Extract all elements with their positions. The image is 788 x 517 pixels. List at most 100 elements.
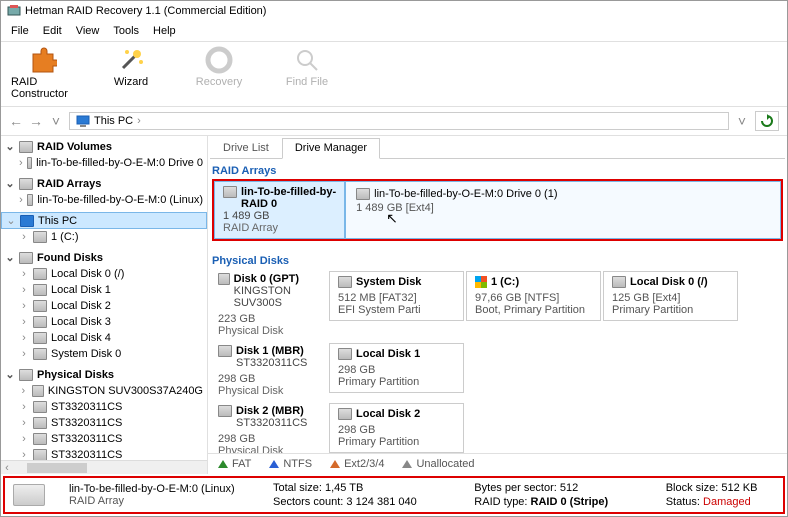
drive-icon bbox=[338, 348, 352, 360]
tree-item-label: Local Disk 2 bbox=[51, 300, 111, 312]
navbar: ← → ˅ This PC › ˅ bbox=[1, 107, 787, 136]
menubar: File Edit View Tools Help bbox=[1, 21, 787, 42]
drive-icon bbox=[27, 157, 32, 169]
tree-item[interactable]: › 1 (C:) bbox=[1, 229, 207, 245]
group-icon bbox=[19, 252, 33, 264]
raid-card[interactable]: lin-To-be-filled-by- RAID 0 1 489 GB RAI… bbox=[214, 181, 345, 239]
chevron-right-icon: › bbox=[19, 284, 29, 296]
legend-fat: FAT bbox=[218, 458, 251, 470]
nav-chevron-down-icon[interactable]: ˅ bbox=[49, 113, 63, 129]
drive-icon bbox=[338, 408, 352, 420]
menu-view[interactable]: View bbox=[70, 23, 106, 39]
disks-container: Disk 0 (GPT)KINGSTON SUV300S223 GBPhysic… bbox=[208, 269, 787, 453]
raid-level: RAID 0 bbox=[241, 198, 336, 210]
drive-icon bbox=[27, 194, 34, 206]
drive-icon bbox=[218, 405, 232, 417]
tree-header[interactable]: ⌄RAID Arrays bbox=[1, 175, 207, 192]
nav-refresh[interactable] bbox=[755, 111, 779, 131]
disk-card[interactable]: Disk 1 (MBR)ST3320311CS298 GBPhysical Di… bbox=[212, 343, 327, 399]
tree-item-label: lin-To-be-filled-by-O-E-M:0 Drive 0 bbox=[36, 157, 203, 169]
drive-icon bbox=[612, 276, 626, 288]
chevron-right-icon: › bbox=[19, 348, 29, 360]
sidebar-scrollbar[interactable]: ‹ bbox=[1, 460, 207, 474]
tree-header[interactable]: ⌄ This PC bbox=[1, 212, 207, 229]
toolbar: RAID Constructor Wizard Recovery Find Fi… bbox=[1, 42, 787, 107]
tree-item[interactable]: ›Local Disk 4 bbox=[1, 330, 207, 346]
menu-help[interactable]: Help bbox=[147, 23, 182, 39]
tool-label: Recovery bbox=[196, 76, 242, 88]
tree-item-label: 1 (C:) bbox=[51, 231, 79, 243]
tree-group-label: RAID Volumes bbox=[37, 141, 112, 153]
chevron-right-icon: › bbox=[19, 332, 29, 344]
tree-item[interactable]: ›ST3320311CS bbox=[1, 415, 207, 431]
tab-drive-manager[interactable]: Drive Manager bbox=[282, 138, 380, 159]
disk-row: Disk 0 (GPT)KINGSTON SUV300S223 GBPhysic… bbox=[208, 269, 787, 341]
nav-forward[interactable]: → bbox=[29, 113, 43, 129]
section-physical-disks: Physical Disks bbox=[208, 249, 787, 269]
raid-size: 1 489 GB bbox=[223, 210, 336, 222]
menu-tools[interactable]: Tools bbox=[107, 23, 145, 39]
status-drive-icon bbox=[13, 484, 45, 506]
raid-name: lin-To-be-filled-by- bbox=[241, 186, 336, 198]
drive-icon bbox=[33, 332, 47, 344]
statusbar: lin-To-be-filled-by-O-E-M:0 (Linux) RAID… bbox=[3, 476, 785, 514]
lifebuoy-icon bbox=[205, 46, 233, 74]
main-area: ⌄RAID Volumes›lin-To-be-filled-by-O-E-M:… bbox=[1, 136, 787, 474]
raid-type: RAID Array bbox=[223, 222, 336, 234]
group-icon bbox=[19, 178, 33, 190]
tree-item-label: ST3320311CS bbox=[51, 417, 122, 429]
chevron-down-icon: ⌄ bbox=[6, 214, 16, 227]
tree-item[interactable]: ›ST3320311CS bbox=[1, 399, 207, 415]
group-icon bbox=[20, 215, 34, 227]
drive-icon bbox=[33, 401, 47, 413]
tool-label: RAID Constructor bbox=[11, 76, 75, 100]
tree-item[interactable]: ›Local Disk 0 (/) bbox=[1, 266, 207, 282]
drive-icon bbox=[33, 433, 47, 445]
partition-name: lin-To-be-filled-by-O-E-M:0 Drive 0 (1) bbox=[374, 188, 557, 200]
tab-drive-list[interactable]: Drive List bbox=[210, 138, 282, 158]
tree-item[interactable]: ›System Disk 0 bbox=[1, 346, 207, 362]
chevron-right-icon: › bbox=[19, 231, 29, 243]
partition-card[interactable]: Local Disk 1298 GBPrimary Partition bbox=[329, 343, 464, 393]
chevron-right-icon: › bbox=[19, 300, 29, 312]
group-icon bbox=[19, 369, 33, 381]
disk-card[interactable]: Disk 2 (MBR)ST3320311CS298 GBPhysical Di… bbox=[212, 403, 327, 453]
this-pc-icon bbox=[76, 115, 90, 127]
menu-file[interactable]: File bbox=[5, 23, 35, 39]
chevron-right-icon: › bbox=[19, 316, 29, 328]
drive-icon bbox=[223, 186, 237, 198]
chevron-down-icon: ⌄ bbox=[5, 140, 15, 153]
puzzle-icon bbox=[29, 46, 57, 74]
tree-header[interactable]: ⌄Physical Disks bbox=[1, 366, 207, 383]
menu-edit[interactable]: Edit bbox=[37, 23, 68, 39]
tool-label: Wizard bbox=[114, 76, 148, 88]
breadcrumb[interactable]: This PC › bbox=[69, 112, 729, 130]
drive-icon bbox=[218, 345, 232, 357]
window-title: Hetman RAID Recovery 1.1 (Commercial Edi… bbox=[25, 5, 266, 17]
raid-partition[interactable]: lin-To-be-filled-by-O-E-M:0 Drive 0 (1) … bbox=[345, 181, 781, 239]
tree-header[interactable]: ⌄ RAID Volumes bbox=[1, 138, 207, 155]
tree-item[interactable]: › Local Disk 2 bbox=[1, 298, 207, 314]
chevron-right-icon: › bbox=[19, 433, 29, 445]
tree-group-label: This PC bbox=[38, 215, 77, 227]
partition-card[interactable]: Local Disk 2298 GBPrimary Partition bbox=[329, 403, 464, 453]
tree-item[interactable]: ›lin-To-be-filled-by-O-E-M:0 Drive 0 bbox=[1, 155, 207, 171]
breadcrumb-text: This PC bbox=[94, 115, 133, 127]
disk-card[interactable]: Disk 0 (GPT)KINGSTON SUV300S223 GBPhysic… bbox=[212, 271, 327, 339]
partition-card[interactable]: Local Disk 0 (/)125 GB [Ext4]Primary Par… bbox=[603, 271, 738, 321]
tool-raid-constructor[interactable]: RAID Constructor bbox=[11, 46, 75, 100]
drive-icon bbox=[33, 268, 47, 280]
tree-item[interactable]: ›KINGSTON SUV300S37A240G bbox=[1, 383, 207, 399]
tree-item-label: Local Disk 1 bbox=[51, 284, 111, 296]
tree-item[interactable]: ›ST3320311CS bbox=[1, 431, 207, 447]
nav-back[interactable]: ← bbox=[9, 113, 23, 129]
tool-wizard[interactable]: Wizard bbox=[99, 46, 163, 100]
tree-header[interactable]: ⌄Found Disks bbox=[1, 249, 207, 266]
tree-item[interactable]: ›Local Disk 3 bbox=[1, 314, 207, 330]
tree-item[interactable]: ›lin-To-be-filled-by-O-E-M:0 (Linux) bbox=[1, 192, 207, 208]
nav-chevron-down2-icon[interactable]: ˅ bbox=[735, 113, 749, 129]
partition-card[interactable]: 1 (C:)97,66 GB [NTFS]Boot, Primary Parti… bbox=[466, 271, 601, 321]
partition-card[interactable]: System Disk512 MB [FAT32]EFI System Part… bbox=[329, 271, 464, 321]
tree-item[interactable]: › Local Disk 1 bbox=[1, 282, 207, 298]
raid-array-row: lin-To-be-filled-by- RAID 0 1 489 GB RAI… bbox=[212, 179, 783, 241]
